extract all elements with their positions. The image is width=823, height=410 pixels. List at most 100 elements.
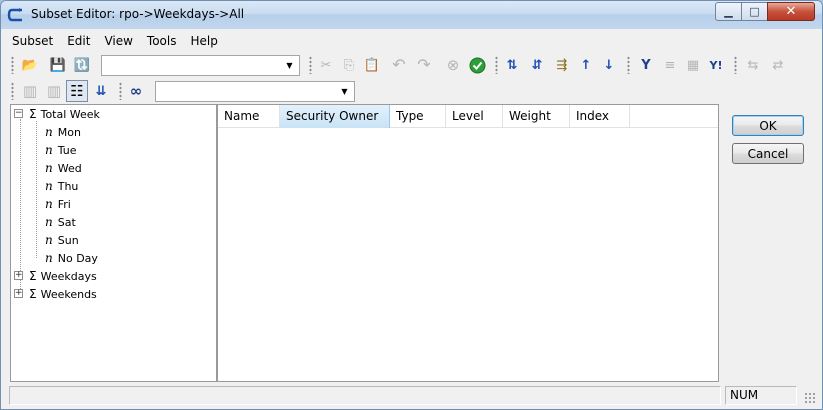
expand-icon[interactable]: ⇆ — [742, 54, 764, 76]
tree-node-label: Weekdays — [40, 269, 97, 283]
filter-attribute-icon[interactable]: ▦ — [682, 54, 704, 76]
save-subset-icon[interactable]: 💾 — [47, 54, 69, 76]
subset-editor-window: Subset Editor: rpo->Weekdays->All ▁ □ ✕ … — [0, 0, 823, 410]
column-header-weight[interactable]: Weight — [503, 105, 570, 128]
consolidated-icon: Σ — [29, 287, 37, 301]
cut-icon[interactable]: ✂ — [315, 54, 337, 76]
tree-node-label: Wed — [57, 161, 82, 175]
minimize-button[interactable]: ▁ — [715, 2, 742, 21]
tree-node[interactable]: n Fri — [45, 195, 71, 213]
toolbar-secondary: ▥ ▥ ☷ ⇊ ∞ ▼ — [5, 78, 818, 104]
chevron-down-icon[interactable]: ▼ — [282, 57, 297, 74]
tree-node[interactable]: + Σ Weekdays — [13, 267, 97, 285]
close-button[interactable]: ✕ — [767, 2, 815, 21]
toolbar-grip[interactable] — [495, 56, 498, 74]
collapse-icon[interactable]: − — [14, 109, 23, 118]
paste-icon[interactable]: 📋 — [361, 54, 383, 76]
numeric-element-icon: n — [45, 143, 53, 157]
filter-level-icon[interactable]: ≡ — [659, 54, 681, 76]
tree-node[interactable]: + Σ Weekends — [13, 285, 97, 303]
subset-name-value — [102, 59, 106, 72]
expand-icon[interactable]: + — [14, 289, 23, 298]
menu-help[interactable]: Help — [183, 31, 224, 51]
refresh-icon[interactable]: 🔃 — [71, 54, 93, 76]
tree-connector — [36, 121, 37, 258]
tree-node[interactable]: n Sun — [45, 231, 79, 249]
sort-index-ascending-icon[interactable]: ↑ — [575, 54, 597, 76]
open-subset-icon[interactable]: 📂 — [19, 54, 41, 76]
numeric-element-icon: n — [45, 179, 53, 193]
subset-list[interactable]: Name Security Owner Type Level Weight In… — [217, 104, 719, 382]
menu-edit[interactable]: Edit — [60, 31, 97, 51]
alias-value — [156, 85, 160, 98]
toolbar-grip[interactable] — [119, 82, 122, 100]
insert-before-icon[interactable]: ▥ — [19, 80, 41, 102]
tree-view-icon[interactable]: ☷ — [66, 80, 88, 102]
filter-icon[interactable]: Y — [635, 54, 657, 76]
ok-button[interactable]: OK — [732, 115, 804, 136]
tree-node-label: Tue — [57, 143, 77, 157]
toolbar-grip[interactable] — [734, 56, 737, 74]
column-header-type[interactable]: Type — [390, 105, 446, 128]
column-header-index[interactable]: Index — [570, 105, 630, 128]
filter-expression-icon[interactable]: Y! — [705, 54, 727, 76]
consolidated-icon: Σ — [29, 107, 37, 121]
toolbar-grip[interactable] — [11, 82, 14, 100]
menu-view[interactable]: View — [97, 31, 139, 51]
column-header-name[interactable]: Name — [218, 105, 280, 128]
tree-node-label: Thu — [57, 179, 79, 193]
toolbar-grip[interactable] — [11, 56, 14, 74]
undo-icon[interactable]: ↶ — [388, 54, 410, 76]
numeric-element-icon: n — [45, 125, 53, 139]
insert-after-icon[interactable]: ▥ — [43, 80, 65, 102]
maximize-button[interactable]: □ — [741, 2, 768, 21]
status-message — [9, 386, 721, 405]
copy-icon[interactable]: ⎘ — [338, 54, 360, 76]
menu-bar: Subset Edit View Tools Help — [5, 31, 818, 51]
cancel-button[interactable]: Cancel — [732, 143, 804, 164]
sort-ascending-icon[interactable]: ⇅ — [501, 54, 523, 76]
window-title: Subset Editor: rpo->Weekdays->All — [31, 7, 245, 21]
chevron-down-icon[interactable]: ▼ — [337, 83, 352, 100]
sort-index-descending-icon[interactable]: ↓ — [598, 54, 620, 76]
sort-descending-icon[interactable]: ⇵ — [526, 54, 548, 76]
numeric-element-icon: n — [45, 197, 53, 211]
tree-node[interactable]: − Σ Total Week — [13, 105, 100, 123]
alias-combo[interactable]: ▼ — [155, 81, 355, 102]
expand-down-icon[interactable]: ⇊ — [90, 80, 112, 102]
tree-node[interactable]: n Mon — [45, 123, 81, 141]
tree-node[interactable]: n Tue — [45, 141, 77, 159]
toolbar-primary: 📂 💾 🔃 ▼ ✂ ⎘ 📋 ↶ ↷ ⊗ ⇅ ⇵ ⇶ ↑ ↓ Y ≡ ▦ Y! ⇆… — [5, 52, 818, 78]
element-tree[interactable]: − Σ Total Week n Mon n Tue n Wed n Thu n… — [10, 104, 217, 382]
cancel-icon[interactable]: ⊗ — [442, 54, 464, 76]
numeric-element-icon: n — [45, 215, 53, 229]
num-lock-indicator: NUM — [725, 386, 797, 405]
expand-icon[interactable]: + — [14, 271, 23, 280]
toolbar-grip[interactable] — [627, 56, 630, 74]
menu-subset[interactable]: Subset — [5, 31, 60, 51]
app-icon — [7, 8, 22, 22]
collapse-icon[interactable]: ⇄ — [767, 54, 789, 76]
tree-node[interactable]: n Wed — [45, 159, 82, 177]
sort-hierarchy-icon[interactable]: ⇶ — [551, 54, 573, 76]
alias-icon[interactable]: ∞ — [125, 80, 147, 102]
toolbar-grip[interactable] — [309, 56, 312, 74]
tree-node-label: Weekends — [40, 287, 97, 301]
accept-icon[interactable] — [466, 54, 488, 76]
tree-node[interactable]: n Thu — [45, 177, 78, 195]
numeric-element-icon: n — [45, 233, 53, 247]
resize-grip[interactable] — [804, 392, 816, 404]
column-header-level[interactable]: Level — [446, 105, 503, 128]
column-header-security-owner[interactable]: Security Owner — [280, 105, 390, 128]
list-header: Name Security Owner Type Level Weight In… — [218, 105, 718, 128]
title-bar[interactable]: Subset Editor: rpo->Weekdays->All ▁ □ ✕ — [1, 1, 822, 29]
redo-icon[interactable]: ↷ — [413, 54, 435, 76]
tree-node-label: No Day — [57, 251, 98, 265]
check-circle-icon — [469, 57, 485, 73]
tree-node[interactable]: n No Day — [45, 249, 98, 267]
menu-tools[interactable]: Tools — [140, 31, 184, 51]
tree-node[interactable]: n Sat — [45, 213, 76, 231]
numeric-element-icon: n — [45, 251, 53, 265]
subset-name-combo[interactable]: ▼ — [101, 55, 300, 76]
tree-node-label: Total Week — [40, 107, 100, 121]
